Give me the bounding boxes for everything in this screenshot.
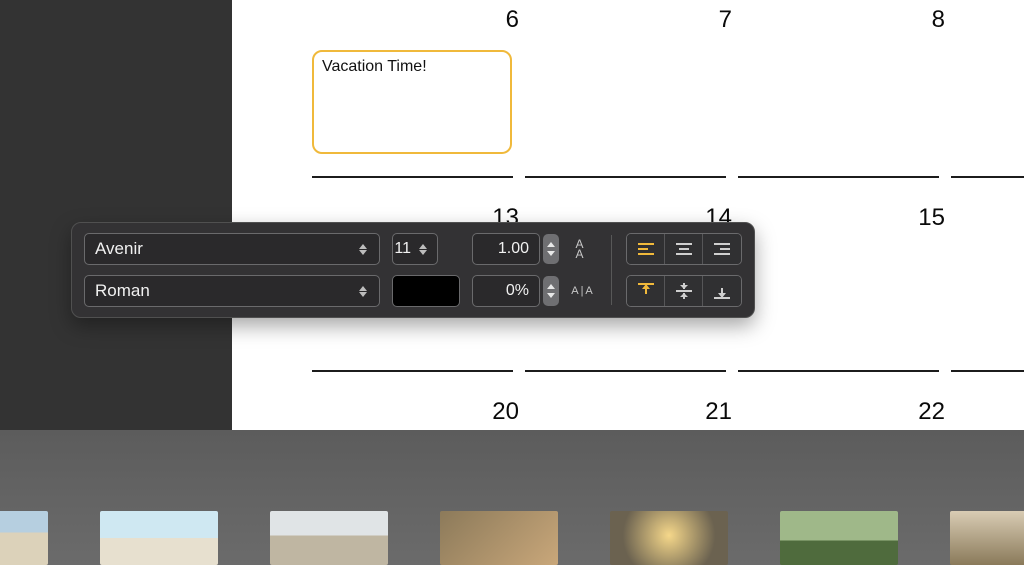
text-color-well[interactable] xyxy=(392,275,460,307)
cell-divider xyxy=(312,176,513,178)
day-number: 21 xyxy=(705,398,732,426)
event-text: Vacation Time! xyxy=(322,58,427,75)
vertical-align-group xyxy=(626,275,742,307)
cell-divider xyxy=(738,370,939,372)
align-center-button[interactable] xyxy=(665,234,703,264)
text-format-toolbar: Avenir Roman 11 1.00 AA 0% xyxy=(71,222,755,318)
chevron-updown-icon xyxy=(357,286,369,297)
calendar-canvas[interactable]: 6 Vacation Time! 13 20 7 14 21 8 15 22 xyxy=(232,0,1024,430)
photo-thumbnail[interactable] xyxy=(440,511,558,565)
day-number: 22 xyxy=(918,398,945,426)
font-family-value: Avenir xyxy=(95,239,143,259)
line-spacing-value: 1.00 xyxy=(498,240,529,258)
cell-divider xyxy=(738,176,939,178)
photo-thumbnail[interactable] xyxy=(780,511,898,565)
photo-thumbnail[interactable] xyxy=(950,511,1024,565)
valign-bottom-button[interactable] xyxy=(703,276,741,306)
chevron-updown-icon xyxy=(419,244,427,255)
valign-top-button[interactable] xyxy=(627,276,665,306)
toolbar-divider xyxy=(611,235,612,305)
photo-thumbnail[interactable] xyxy=(0,511,48,565)
font-size-stepper[interactable]: 11 xyxy=(392,233,460,265)
valign-middle-button[interactable] xyxy=(665,276,703,306)
media-tray xyxy=(0,430,1024,565)
cell-divider xyxy=(525,176,726,178)
day-number: 6 xyxy=(506,6,519,34)
app-sidebar-dark xyxy=(0,0,232,430)
day-number: 7 xyxy=(719,6,732,34)
stepper-spinner[interactable] xyxy=(543,234,559,264)
photo-thumbnail[interactable] xyxy=(100,511,218,565)
photo-thumbnail[interactable] xyxy=(610,511,728,565)
stepper-spinner[interactable] xyxy=(543,276,559,306)
day-number: 20 xyxy=(492,398,519,426)
tracking-value: 0% xyxy=(506,282,529,300)
horizontal-align-group xyxy=(626,233,742,265)
font-style-value: Roman xyxy=(95,281,150,301)
cell-divider xyxy=(951,176,1024,178)
font-family-select[interactable]: Avenir xyxy=(84,233,380,265)
cell-divider xyxy=(525,370,726,372)
thumbnail-strip[interactable] xyxy=(0,507,1024,565)
calendar-event-selected[interactable]: Vacation Time! xyxy=(312,50,512,154)
cell-divider xyxy=(951,370,1024,372)
cell-divider xyxy=(312,370,513,372)
chevron-updown-icon xyxy=(357,244,369,255)
line-spacing-stepper[interactable]: 1.00 xyxy=(472,233,559,265)
font-size-value: 11 xyxy=(394,240,411,258)
day-number: 15 xyxy=(918,204,945,232)
tracking-stepper[interactable]: 0% xyxy=(472,275,559,307)
tracking-icon: A|A xyxy=(569,285,597,297)
photo-thumbnail[interactable] xyxy=(270,511,388,565)
line-spacing-icon: AA xyxy=(569,239,591,259)
align-left-button[interactable] xyxy=(627,234,665,264)
align-right-button[interactable] xyxy=(703,234,741,264)
font-style-select[interactable]: Roman xyxy=(84,275,380,307)
day-number: 8 xyxy=(932,6,945,34)
